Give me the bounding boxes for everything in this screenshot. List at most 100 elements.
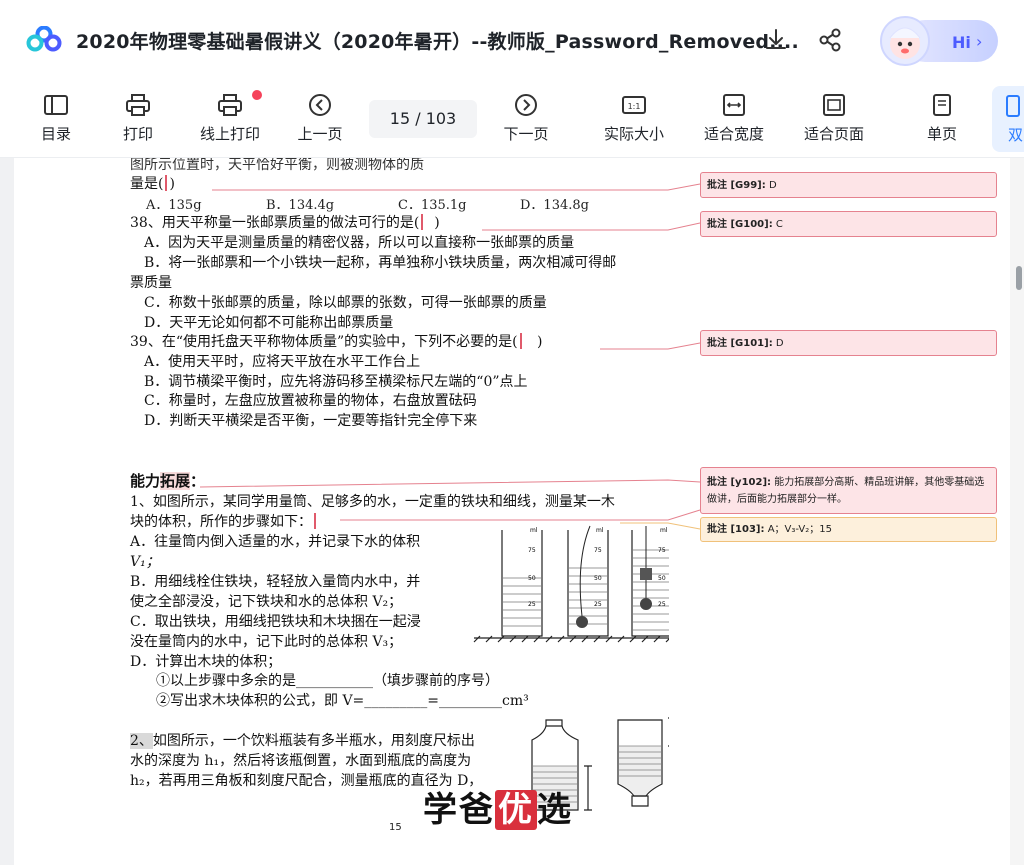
q39-opt-d: D．判断天平横梁是否平衡，一定要等指针完全停下来 — [144, 413, 478, 429]
p1-step-b2: 使之全部浸没，记下铁块和水的总体积 V₂； — [130, 594, 403, 610]
watermark-b: 优 — [495, 790, 537, 830]
page-number-input[interactable]: 15 / 103 — [369, 100, 477, 138]
cyl3-25: 25 — [658, 601, 666, 608]
section-heading: 能力拓展： — [130, 470, 205, 491]
q39-close: ) — [536, 334, 543, 350]
p1-question-2: ②写出求木块体积的公式，即 V=_________=_________cm³ — [156, 693, 529, 709]
comment-anchor-g101[interactable] — [519, 333, 522, 349]
comment-tag: 批注 [G99]: — [707, 180, 766, 191]
actual-size-label: 实际大小 — [603, 125, 664, 143]
fit-page-label: 适合页面 — [803, 125, 864, 143]
toc-label: 目录 — [40, 125, 71, 143]
fit-width-button[interactable]: 适合宽度 — [698, 90, 770, 150]
fit-width-label: 适合宽度 — [703, 125, 764, 143]
double-page-icon — [1006, 95, 1020, 117]
q38-opt-d: D．天平无论如何都不可能称出邮票质量 — [144, 315, 394, 331]
comment-g101[interactable]: 批注 [G101]: D — [700, 330, 997, 356]
toc-button[interactable]: 目录 — [30, 90, 82, 150]
cyl2-75: 75 — [594, 547, 602, 554]
comment-anchor-y102[interactable] — [314, 513, 316, 529]
mascot-icon — [880, 16, 930, 66]
p2-line2: 水的深度为 h₁，然后将该瓶倒置，水面到瓶底的高度为 — [130, 753, 472, 769]
p2-line1-text: 如图所示，一个饮料瓶装有多半瓶水，用刻度尺标出 — [152, 733, 475, 749]
download-icon[interactable] — [762, 26, 790, 54]
comment-g99[interactable]: 批注 [G99]: D — [700, 172, 997, 198]
p1-line2: 块的体积，所作的步骤如下： — [130, 511, 318, 531]
fit-width-icon — [723, 94, 745, 116]
single-page-label: 单页 — [926, 125, 957, 143]
comment-y102[interactable]: 批注 [y102]: 能力拓展部分高斯、精品班讲解，其他零基础选做讲，后面能力拓… — [700, 467, 997, 514]
ai-assistant-button[interactable]: Hi › — [876, 14, 998, 70]
cyl1-25: 25 — [528, 601, 536, 608]
p1-line2-text: 块的体积，所作的步骤如下： — [130, 514, 312, 530]
svg-text:1:1: 1:1 — [628, 102, 641, 111]
comment-g100[interactable]: 批注 [G100]: C — [700, 211, 997, 237]
q38-opt-a: A．因为天平是测量质量的精密仪器，所以可以直接称一张邮票的质量 — [144, 235, 575, 251]
p2-line1: 2、如图所示，一个饮料瓶装有多半瓶水，用刻度尺标出 — [130, 730, 475, 750]
scrollbar-track[interactable] — [1010, 158, 1024, 865]
cylinders-figure: ml 75 50 25 ml 75 50 25 ml 75 50 25 — [472, 520, 669, 644]
q37-line2-text: 量是( — [130, 176, 164, 192]
fit-page-icon — [823, 94, 845, 116]
q38-stem: 38、用天平称量一张邮票质量的做法可行的是( ) — [130, 212, 440, 232]
q39-text: 39、在“使用托盘天平称物体质量”的实验中，下列不必要的是( — [130, 334, 518, 350]
p1-step-a2: V₁； — [130, 554, 160, 570]
section-heading-a: 能力 — [130, 472, 161, 490]
document-page: 图所示位置时，天平恰好平衡，则被测物体的质 量是() A．135g B．134.… — [14, 158, 669, 865]
q37-opt-a: A．135g — [146, 198, 202, 213]
chevron-right-icon: › — [976, 32, 983, 51]
single-page-button[interactable]: 单页 — [918, 90, 966, 150]
next-page-label: 下一页 — [503, 125, 549, 143]
prev-page-icon — [309, 94, 331, 116]
p1-step-a1: A．往量筒内倒入适量的水，并记录下水的体积 — [130, 534, 421, 550]
q37-close: ) — [169, 176, 175, 192]
share-icon[interactable] — [816, 26, 844, 54]
comment-text: A；V₃-V₂；15 — [767, 524, 832, 535]
print-label: 打印 — [122, 125, 153, 143]
double-page-button[interactable]: 双 — [992, 86, 1024, 152]
comment-text: D — [775, 338, 784, 349]
comment-tag: 批注 [103]: — [707, 524, 765, 535]
q37-tail: 图所示位置时，天平恰好平衡，则被测物体的质 — [130, 158, 424, 173]
scrollbar-thumb[interactable] — [1016, 266, 1022, 290]
watermark-c: 选 — [537, 790, 573, 830]
document-title: 2020年物理零基础暑假讲义（2020年暑开）--教师版_Password_Re… — [76, 31, 799, 53]
cyl1-50: 50 — [528, 575, 536, 582]
hi-label: Hi — [952, 33, 971, 52]
online-print-label: 线上打印 — [199, 125, 260, 143]
next-page-icon — [515, 94, 537, 116]
cyl3-unit: ml — [660, 527, 668, 534]
comment-anchor-g99[interactable] — [165, 175, 168, 191]
fit-page-button[interactable]: 适合页面 — [798, 90, 870, 150]
double-page-label: 双 — [1008, 126, 1024, 144]
single-page-icon — [933, 94, 951, 116]
q38-text: 38、用天平称量一张邮票质量的做法可行的是( — [130, 215, 420, 231]
watermark-logo: 学爸优选 — [423, 782, 573, 831]
cyl1-unit: ml — [530, 527, 538, 534]
cyl1-75: 75 — [528, 547, 536, 554]
prev-page-button[interactable]: 上一页 — [292, 90, 348, 150]
actual-size-button[interactable]: 1:1 实际大小 — [598, 90, 670, 150]
comment-text: D — [768, 180, 777, 191]
cyl2-unit: ml — [596, 527, 604, 534]
cyl2-50: 50 — [594, 575, 602, 582]
q38-close: ) — [434, 215, 440, 231]
p1-line1: 1、如图所示，某同学用量筒、足够多的水，一定重的铁块和细线，测量某一木 — [130, 494, 615, 510]
title-bar: 2020年物理零基础暑假讲义（2020年暑开）--教师版_Password_Re… — [0, 0, 1024, 80]
comment-anchor-g100[interactable] — [421, 214, 424, 230]
q39-opt-c: C．称量时，左盘应放置被称量的物体，右盘放置砝码 — [144, 393, 477, 409]
comment-tag: 批注 [G100]: — [707, 219, 773, 230]
print-button[interactable]: 打印 — [112, 90, 164, 150]
next-page-button[interactable]: 下一页 — [498, 90, 554, 150]
section-heading-c: ： — [190, 472, 206, 490]
q37-opt-d: D．134.8g — [520, 198, 589, 213]
p2-number: 2、 — [130, 733, 153, 749]
comment-103[interactable]: 批注 [103]: A；V₃-V₂；15 — [700, 517, 997, 542]
page-number: 15 — [389, 822, 402, 833]
q37-opt-b: B．134.4g — [266, 198, 335, 213]
p1-step-d: D．计算出木块的体积； — [130, 654, 282, 670]
q39-opt-a: A．使用天平时，应将天平放在水平工作台上 — [144, 354, 421, 370]
q38-opt-c: C．称数十张邮票的质量，除以邮票的张数，可得一张邮票的质量 — [144, 295, 547, 311]
q37-opt-c: C．135.1g — [398, 198, 467, 213]
online-print-icon — [218, 94, 242, 116]
